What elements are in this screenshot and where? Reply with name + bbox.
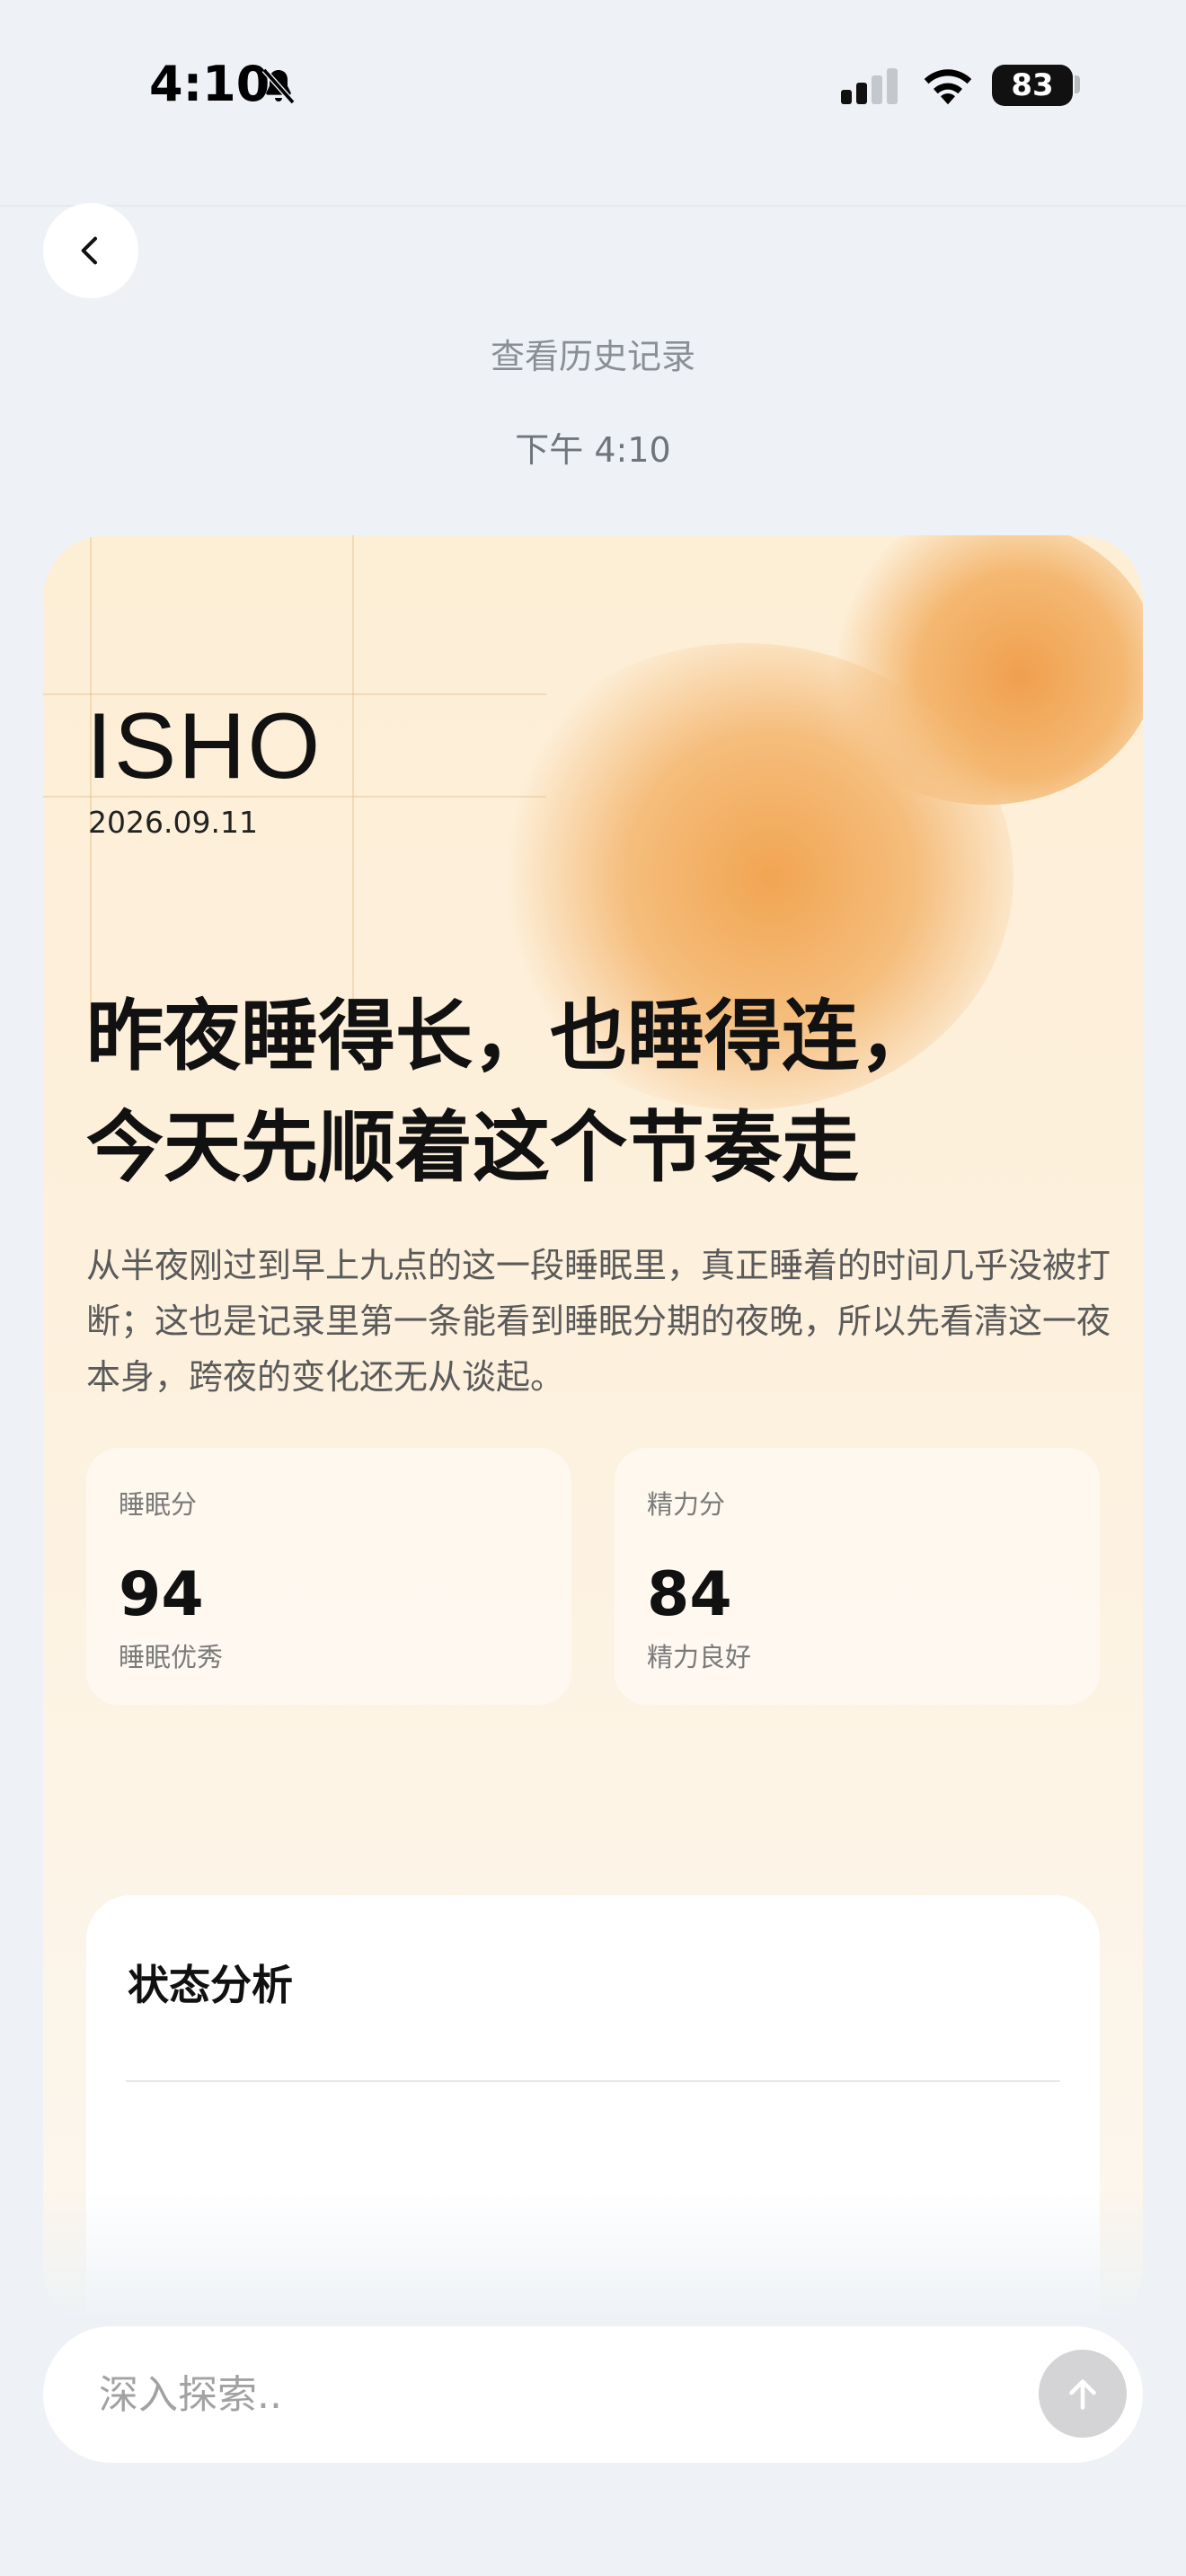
analysis-divider <box>126 2080 1060 2082</box>
status-bar: 4:10 83 <box>0 0 1186 171</box>
headline-line: 今天先顺着这个节奏走 <box>86 1103 859 1193</box>
sleep-score-card[interactable]: 睡眠分 94 睡眠优秀 <box>86 1448 571 1705</box>
metric-desc: 睡眠优秀 <box>119 1642 224 1672</box>
metric-desc: 精力良好 <box>647 1642 752 1672</box>
view-history-link[interactable]: 查看历史记录 <box>0 329 1186 378</box>
metric-value: 94 <box>119 1559 204 1630</box>
energy-score-card[interactable]: 精力分 84 精力良好 <box>615 1448 1100 1705</box>
chat-input-bar <box>43 2326 1143 2463</box>
scroll-fade <box>0 2192 1186 2335</box>
header-divider <box>0 205 1186 207</box>
battery-indicator: 83 <box>992 65 1073 106</box>
explore-input[interactable] <box>99 2359 997 2430</box>
battery-cap <box>1075 75 1080 93</box>
arrow-up-icon <box>1069 2379 1096 2410</box>
message-time: 下午 4:10 <box>515 430 671 470</box>
metric-label: 精力分 <box>647 1489 726 1520</box>
metric-label: 睡眠分 <box>119 1489 198 1520</box>
report-headline: 昨夜睡得长，也睡得连， 今天先顺着这个节奏走 <box>86 981 1111 1204</box>
analysis-title: 状态分析 <box>128 1961 293 2009</box>
report-summary: 从半夜刚过到早上九点的这一段睡眠里，真正睡着的时间几乎没被打断；这也是记录里第一… <box>86 1246 1111 1397</box>
brand-logo: ISHO <box>86 694 323 798</box>
send-button[interactable] <box>1039 2350 1127 2438</box>
back-button[interactable] <box>43 203 138 298</box>
wifi-icon <box>924 69 972 105</box>
bell-muted-icon <box>261 67 296 105</box>
metric-value: 84 <box>647 1559 732 1630</box>
decorative-line <box>352 535 354 1020</box>
report-date: 2026.09.11 <box>88 805 258 840</box>
chevron-left-icon <box>81 236 97 265</box>
headline-line: 昨夜睡得长，也睡得连， <box>86 992 936 1081</box>
sleep-report-card: ISHO 2026.09.11 昨夜睡得长，也睡得连， 今天先顺着这个节奏走 从… <box>43 535 1143 2332</box>
status-time: 4:10 <box>149 56 270 112</box>
cellular-signal-icon <box>841 68 898 104</box>
